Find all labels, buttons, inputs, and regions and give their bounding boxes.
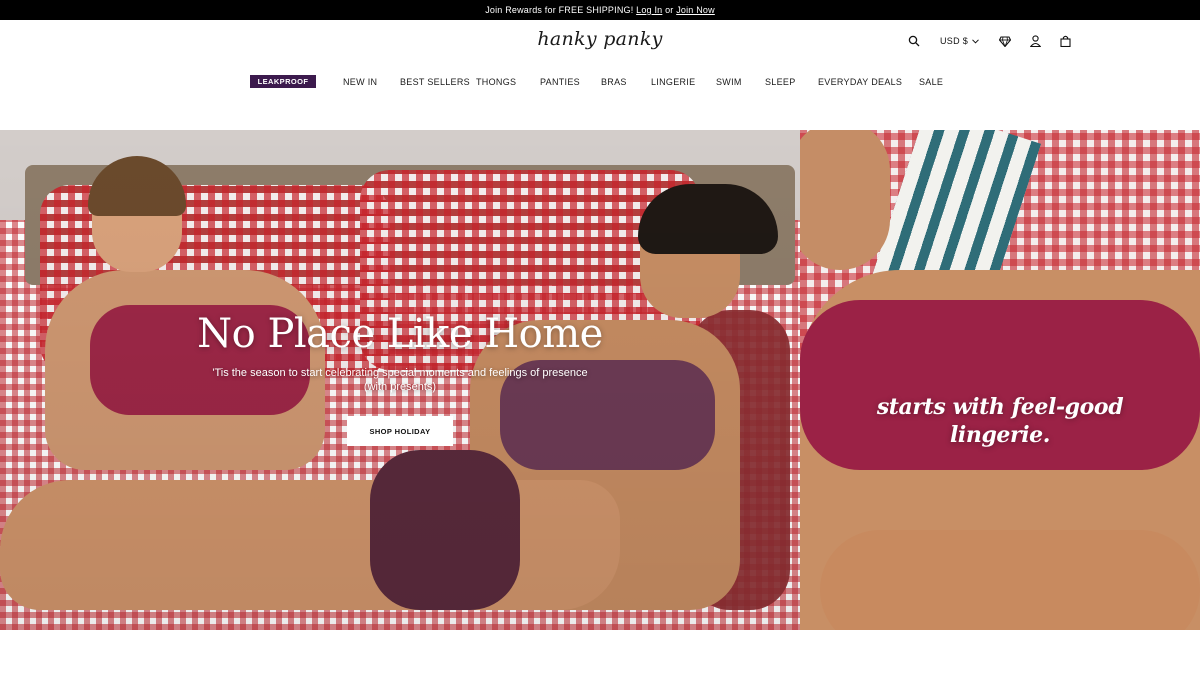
nav-leakproof-badge[interactable]: LEAKPROOF	[250, 75, 316, 88]
hero-subtitle-line: 'Tis the season to start celebrating spe…	[212, 367, 588, 379]
nav-item-everyday-deals[interactable]: EVERYDAY DEALS	[818, 75, 902, 89]
nav-item-bras[interactable]: BRAS	[601, 75, 627, 89]
shop-holiday-button[interactable]: SHOP HOLIDAY	[347, 416, 453, 446]
main-nav: LEAKPROOF NEW IN BEST SELLERS THONGS PAN…	[0, 75, 1200, 89]
hero-side-caption: starts with feel-good lingerie.	[800, 393, 1200, 449]
bag-icon[interactable]	[1057, 33, 1073, 49]
user-icon[interactable]	[1027, 33, 1043, 49]
chevron-down-icon	[972, 38, 979, 44]
site-header: hanky panky USD $ LEAKPROOF NEW IN BEST …	[0, 20, 1200, 130]
hero-side-caption-line: lingerie.	[949, 422, 1051, 448]
nav-item-swim[interactable]: SWIM	[716, 75, 742, 89]
hero-image-right[interactable]	[800, 130, 1200, 630]
model-head	[800, 130, 890, 270]
hero-image-left[interactable]: No Place Like Home 'Tis the season to st…	[0, 130, 800, 630]
currency-label: USD $	[940, 36, 969, 46]
diamond-icon[interactable]	[997, 33, 1013, 49]
join-now-link[interactable]: Join Now	[676, 5, 715, 15]
currency-selector[interactable]: USD $	[940, 36, 979, 46]
nav-item-new-in[interactable]: NEW IN	[343, 75, 377, 89]
announcement-bar: Join Rewards for FREE SHIPPING! Log In o…	[0, 0, 1200, 20]
model-legs	[820, 530, 1200, 630]
nav-item-sale[interactable]: SALE	[919, 75, 943, 89]
hero-side-caption-line: starts with feel-good	[876, 394, 1124, 420]
hero-subtitle: 'Tis the season to start celebrating spe…	[180, 366, 620, 394]
nav-item-panties[interactable]: PANTIES	[540, 75, 580, 89]
hero-subtitle-line: (with presents)	[363, 381, 437, 393]
hero-title: No Place Like Home	[197, 311, 603, 357]
login-link[interactable]: Log In	[636, 5, 662, 15]
announcement-text: Join Rewards for FREE SHIPPING!	[485, 5, 637, 15]
header-utilities: USD $	[906, 32, 1073, 50]
nav-item-best-sellers[interactable]: BEST SELLERS	[400, 75, 470, 89]
nav-item-thongs[interactable]: THONGS	[476, 75, 516, 89]
search-icon[interactable]	[906, 33, 922, 49]
nav-item-lingerie[interactable]: LINGERIE	[651, 75, 695, 89]
announcement-or: or	[662, 5, 677, 15]
hero-text-block: No Place Like Home 'Tis the season to st…	[180, 308, 620, 394]
nav-item-sleep[interactable]: SLEEP	[765, 75, 796, 89]
